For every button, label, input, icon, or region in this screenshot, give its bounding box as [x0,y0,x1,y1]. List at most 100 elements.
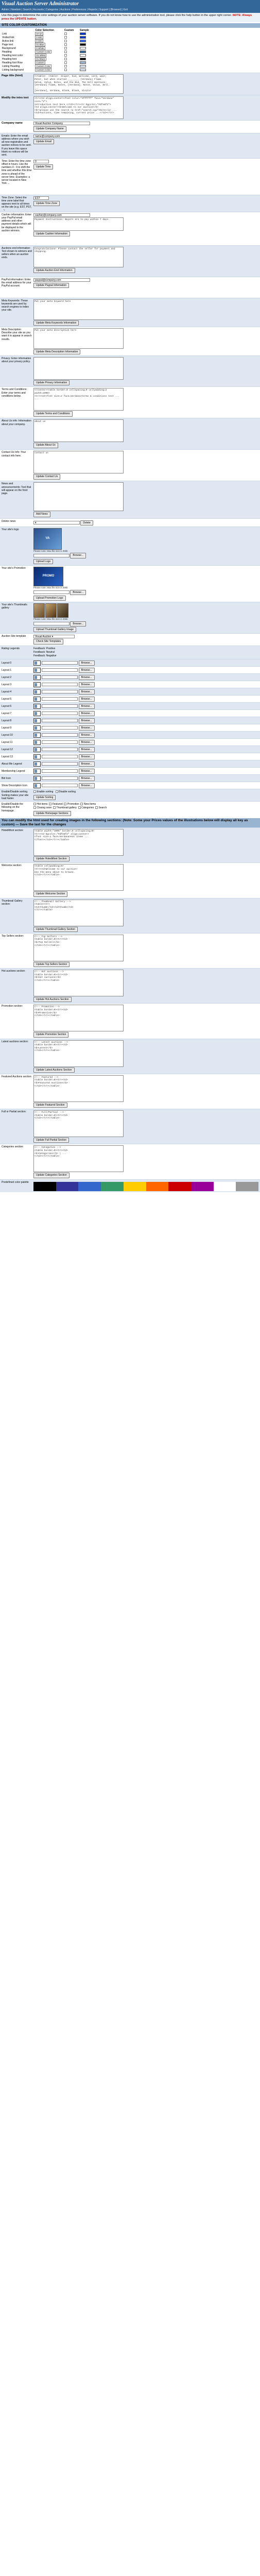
color-select[interactable]: Custom [35,60,45,64]
cashier-textarea[interactable]: Payment Instructions: Buyers are to pay … [33,217,124,231]
palette-color[interactable] [123,1181,146,1191]
delete-news-button[interactable]: Delete [80,520,93,526]
time-zone-input[interactable]: EST [33,196,49,200]
layout-browse-button[interactable]: Browse... [78,768,95,774]
custom-checkbox[interactable] [64,43,67,46]
sorting-radio-enable[interactable] [33,790,36,793]
update-company-name-button[interactable]: Update Company Name [33,126,66,132]
update-about-us-button[interactable]: Update About Us [33,443,58,448]
palette-color[interactable] [56,1181,79,1191]
custom-checkbox[interactable] [64,32,67,35]
layout-file-input[interactable] [42,683,78,687]
upload-promotion-logo-button[interactable]: Upload Promotion Logo [33,595,66,601]
color-select[interactable]: Custom Color [35,67,51,72]
layout-file-input[interactable] [42,690,78,694]
update-auction-end-button[interactable]: Update Auction End Information [33,267,75,273]
custom-checkbox[interactable] [64,68,67,71]
layout-browse-button[interactable]: Browse... [78,703,95,709]
custom-checkbox[interactable] [64,36,67,39]
intro-textarea[interactable]: <tr><td align=center><font color="#fffff… [33,96,124,120]
update-html-section-button[interactable]: Update Categories Section [33,1173,70,1178]
add-news-button[interactable]: Add News [33,512,50,517]
custom-checkbox[interactable] [64,57,67,60]
logo-file-input[interactable] [33,553,70,557]
logo-file-input[interactable] [33,621,70,625]
update-privacy-button[interactable]: Update Privacy Information [33,380,70,386]
color-select[interactable]: 0 60C [35,35,44,39]
html-section-textarea[interactable]: <!-- Thumbnail Gallery --> <table><tr> <… [33,899,124,926]
layout-browse-button[interactable]: Browse... [78,710,95,716]
palette-color[interactable] [146,1181,169,1191]
custom-checkbox[interactable] [64,54,67,57]
custom-checkbox[interactable] [64,61,67,64]
homepage-option-checkbox[interactable] [64,803,67,806]
color-select[interactable]: 0A 6A [35,31,44,36]
custom-checkbox[interactable] [64,46,67,49]
layout-file-input[interactable] [42,726,78,730]
palette-color[interactable] [190,1181,214,1191]
update-html-section-button[interactable]: Update Promotion Section [33,1032,69,1038]
layout-browse-button[interactable]: Browse... [78,718,95,723]
palette-color[interactable] [78,1181,101,1191]
layout-file-input[interactable] [42,769,78,773]
update-contact-us-button[interactable]: Update Contact Us [33,474,61,480]
layout-browse-button[interactable]: Browse... [78,761,95,767]
update-meta-description-button[interactable]: Update Meta Description Information [33,349,81,355]
layout-file-input[interactable] [42,740,78,744]
palette-color[interactable] [236,1181,259,1191]
color-select[interactable]: 01 White [35,53,47,57]
custom-checkbox[interactable] [64,50,67,53]
layout-file-input[interactable] [42,661,78,665]
contact-us-textarea[interactable]: contact us [33,451,124,474]
custom-checkbox[interactable] [64,39,67,42]
layout-file-input[interactable] [42,776,78,781]
color-select[interactable]: 01 Black [35,57,46,61]
html-section-textarea[interactable]: <!-- Hot auctions --> <table border=0><t… [33,970,124,997]
auction-site-select[interactable]: Visual Auction [33,635,75,639]
layout-file-input[interactable] [42,711,78,716]
homepage-option-checkbox[interactable] [33,806,36,809]
layout-browse-button[interactable]: Browse... [78,696,95,702]
layout-file-input[interactable] [42,668,78,672]
update-html-section-button[interactable]: Update Featured Section [33,1102,67,1108]
layout-file-input[interactable] [42,755,78,759]
update-html-section-button[interactable]: Update Top Sellers Section [33,961,70,968]
logo-browse-button[interactable]: Browse... [70,553,86,558]
about-us-textarea[interactable]: about us [33,419,124,443]
layout-file-input[interactable] [42,697,78,701]
update-email-button[interactable]: Update Email [33,139,55,144]
logo-file-input[interactable] [33,590,70,594]
layout-browse-button[interactable]: Browse... [78,732,95,738]
update-html-section-button[interactable]: Update Hot Auctions Section [33,997,72,1003]
html-section-textarea[interactable]: <table width="100%" border=0 cellspacing… [33,829,124,856]
color-select[interactable]: Custom Color [35,49,51,54]
layout-browse-button[interactable]: Browse... [78,739,95,745]
homepage-option-checkbox[interactable] [53,806,56,809]
html-section-textarea[interactable]: <!-- Categories --> <table border=0><tr>… [33,1145,124,1173]
update-meta-keywords-button[interactable]: Update Meta Keywords Information [33,320,79,326]
meta-description-textarea[interactable]: Put your meta description here [33,328,124,349]
upload-thumbnail-button[interactable]: Upload Thumbnail Gallery Image [33,626,77,633]
html-section-textarea[interactable]: <table cellpadding=0> <tr><td>Welcome to… [33,864,124,891]
page-title-textarea[interactable]: </table> <table> Sniper, bid, Welcome, c… [33,74,124,94]
time-input[interactable]: 0 [33,159,49,163]
custom-checkbox[interactable] [64,64,67,67]
homepage-option-checkbox[interactable] [49,803,52,806]
layout-browse-button[interactable]: Browse... [78,775,95,781]
layout-browse-button[interactable]: Browse... [78,660,95,666]
delete-news-select[interactable] [33,520,80,524]
html-section-textarea[interactable]: <!-- Top Sellers --> <table border=0><tr… [33,934,124,961]
layout-browse-button[interactable]: Browse... [78,754,95,759]
palette-color[interactable] [101,1181,124,1191]
palette-color[interactable] [33,1181,56,1191]
layout-browse-button[interactable]: Browse... [78,667,95,673]
update-time-button[interactable]: Update Time [33,164,54,170]
palette-color[interactable] [213,1181,236,1191]
layout-browse-button[interactable]: Browse... [78,674,95,680]
html-section-textarea[interactable]: <!-- Latest auctions --> <table border=0… [33,1040,124,1067]
check-templates-button[interactable]: Check Site Templates [33,639,64,645]
company-name-input[interactable]: Visual Auction Company [33,122,90,126]
html-section-textarea[interactable]: <!-- Promotion --> <table border=0><tr><… [33,1005,124,1032]
update-html-section-button[interactable]: Update Hoteditfoot Section [33,856,70,862]
layout-file-input[interactable] [42,675,78,680]
